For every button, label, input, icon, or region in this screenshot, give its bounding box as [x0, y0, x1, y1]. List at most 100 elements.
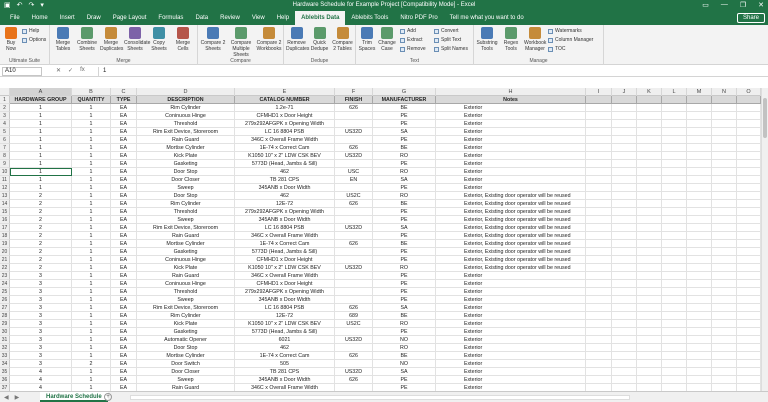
cell[interactable]: 1 [72, 232, 111, 240]
empty-cell[interactable] [712, 96, 737, 104]
cell[interactable]: 4 [10, 376, 72, 384]
empty-cell[interactable] [662, 216, 687, 224]
cell[interactable]: Exterior, Existing door operator will be… [436, 232, 586, 240]
empty-cell[interactable] [586, 176, 612, 184]
close-icon[interactable]: ✕ [758, 1, 764, 9]
empty-cell[interactable] [687, 304, 712, 312]
empty-cell[interactable] [662, 280, 687, 288]
cell[interactable]: SA [373, 304, 436, 312]
row-number[interactable]: 7 [0, 144, 10, 152]
cell[interactable]: PE [373, 216, 436, 224]
cell[interactable]: Exterior [436, 104, 586, 112]
empty-cell[interactable] [612, 248, 637, 256]
vertical-scrollbar[interactable] [761, 88, 768, 391]
empty-cell[interactable] [712, 104, 737, 112]
cell[interactable] [335, 232, 373, 240]
split-names-button[interactable]: Split Names [434, 46, 468, 52]
empty-cell[interactable] [712, 232, 737, 240]
column-title[interactable]: TYPE [111, 96, 137, 104]
empty-cell[interactable] [662, 352, 687, 360]
empty-cell[interactable] [662, 256, 687, 264]
cell[interactable]: 1 [72, 376, 111, 384]
empty-cell[interactable] [662, 192, 687, 200]
empty-cell[interactable] [662, 184, 687, 192]
row-number[interactable]: 33 [0, 352, 10, 360]
cell[interactable]: 1 [10, 160, 72, 168]
cell[interactable]: 626 [335, 240, 373, 248]
compare-multiple-sheets-button[interactable]: Compare Multiple Sheets [228, 27, 254, 58]
empty-cell[interactable] [637, 360, 662, 368]
next-sheet-icon[interactable]: ▶ [15, 394, 20, 401]
empty-cell[interactable] [637, 144, 662, 152]
column-header-o[interactable]: O [737, 88, 761, 96]
cell[interactable] [335, 360, 373, 368]
add-sheet-button[interactable]: + [104, 393, 112, 401]
empty-cell[interactable] [737, 216, 761, 224]
empty-cell[interactable] [712, 240, 737, 248]
cell[interactable]: 1 [10, 176, 72, 184]
row-number[interactable]: 24 [0, 280, 10, 288]
cell[interactable]: 1 [72, 160, 111, 168]
empty-cell[interactable] [586, 376, 612, 384]
cell[interactable]: Mortise Cylinder [137, 240, 235, 248]
cell[interactable]: 1 [10, 128, 72, 136]
substring-tools-button[interactable]: Substring Tools [476, 27, 498, 52]
cell[interactable]: 346C x Overall Frame Width [235, 384, 335, 391]
cell[interactable]: 3 [10, 360, 72, 368]
column-header-d[interactable]: D [137, 88, 235, 96]
cell[interactable]: 6021 [235, 336, 335, 344]
cell[interactable]: SA [373, 176, 436, 184]
empty-cell[interactable] [662, 144, 687, 152]
empty-cell[interactable] [586, 192, 612, 200]
empty-cell[interactable] [737, 320, 761, 328]
cell[interactable]: 1 [72, 320, 111, 328]
cancel-icon[interactable]: ✕ [56, 67, 61, 74]
cell[interactable]: 2 [10, 200, 72, 208]
ribbon-display-icon[interactable]: ▭ [702, 1, 709, 9]
empty-cell[interactable] [737, 112, 761, 120]
empty-cell[interactable] [612, 224, 637, 232]
cell[interactable] [335, 248, 373, 256]
empty-cell[interactable] [612, 160, 637, 168]
cell[interactable]: 2 [10, 264, 72, 272]
row-number[interactable]: 13 [0, 192, 10, 200]
row-number[interactable]: 18 [0, 232, 10, 240]
cell[interactable]: Sweep [137, 216, 235, 224]
row-number[interactable]: 20 [0, 248, 10, 256]
cell[interactable]: EA [111, 192, 137, 200]
row-number[interactable]: 32 [0, 344, 10, 352]
cell[interactable]: EA [111, 176, 137, 184]
empty-cell[interactable] [612, 328, 637, 336]
cell[interactable]: Coninuous Hinge [137, 280, 235, 288]
empty-cell[interactable] [612, 344, 637, 352]
empty-cell[interactable] [712, 176, 737, 184]
cell[interactable]: EA [111, 272, 137, 280]
empty-cell[interactable] [637, 200, 662, 208]
add-button[interactable]: Add [400, 28, 416, 34]
options-button[interactable]: Options [22, 37, 46, 43]
watermarks-button[interactable]: Watermarks [548, 28, 582, 34]
cell[interactable]: RO [373, 344, 436, 352]
tab-home[interactable]: Home [26, 11, 54, 25]
empty-cell[interactable] [737, 368, 761, 376]
empty-cell[interactable] [637, 248, 662, 256]
row-number[interactable]: 2 [0, 104, 10, 112]
cell[interactable]: Rim Exit Device, Storeroom [137, 304, 235, 312]
empty-cell[interactable] [612, 240, 637, 248]
empty-cell[interactable] [687, 128, 712, 136]
empty-cell[interactable] [586, 152, 612, 160]
empty-cell[interactable] [586, 136, 612, 144]
empty-cell[interactable] [586, 208, 612, 216]
empty-cell[interactable] [712, 328, 737, 336]
copy-sheets-button[interactable]: Copy Sheets [148, 27, 170, 52]
cell[interactable]: TB 281 CPS [235, 368, 335, 376]
cell[interactable]: 5773D (Head, Jambs & Sill) [235, 328, 335, 336]
empty-cell[interactable] [712, 368, 737, 376]
cell[interactable]: 12E-72 [235, 312, 335, 320]
empty-cell[interactable] [612, 288, 637, 296]
cell[interactable]: Rim Cylinder [137, 312, 235, 320]
cell[interactable]: Exterior [436, 376, 586, 384]
empty-cell[interactable] [586, 336, 612, 344]
tab-page-layout[interactable]: Page Layout [107, 11, 153, 25]
empty-cell[interactable] [586, 120, 612, 128]
